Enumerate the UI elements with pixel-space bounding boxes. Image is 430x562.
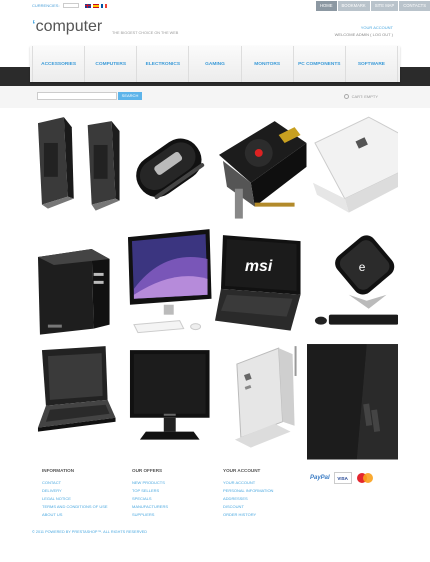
nav-pc-components[interactable]: PC COMPONENTS (294, 46, 346, 82)
product-all-in-one[interactable] (123, 228, 215, 345)
footer-col-title: YOUR ACCOUNT (223, 468, 261, 473)
speakers-image (32, 113, 124, 229)
tablet-laptop-image (32, 344, 124, 460)
product-nettop[interactable]: e (306, 228, 398, 345)
product-graphics-card[interactable] (215, 113, 307, 229)
account-box: YOUR ACCOUNT WELCOME ADMIN ( LOG OUT ) (335, 24, 393, 38)
mouse-image (123, 113, 215, 229)
footer-link[interactable]: SUPPLIERS (132, 511, 168, 519)
nettop-logo-icon: e (358, 260, 365, 274)
footer-link[interactable]: TOP SELLERS (132, 487, 168, 495)
footer-col-information: INFORMATION CONTACT DELIVERY LEGAL NOTIC… (42, 468, 108, 519)
footer-col-offers: OUR OFFERS NEW PRODUCTS TOP SELLERS SPEC… (132, 468, 168, 519)
msi-logo-text: msi (245, 258, 273, 275)
footer-link[interactable]: LEGAL NOTICE (42, 495, 108, 503)
footer-col-account: YOUR ACCOUNT YOUR ACCOUNT PERSONAL INFOR… (223, 468, 273, 519)
welcome-text[interactable]: WELCOME ADMIN ( LOG OUT ) (335, 31, 393, 38)
cart-block[interactable]: CART: EMPTY (343, 94, 378, 99)
nav-monitors[interactable]: MONITORS (242, 46, 294, 82)
tagline: THE BIGGEST CHOICE ON THE WEB (112, 31, 179, 35)
product-speakers[interactable] (32, 113, 124, 229)
product-laptop-white[interactable] (306, 113, 398, 229)
msi-laptop-image: msi (215, 228, 307, 345)
search-button[interactable]: SEARCH (118, 92, 142, 100)
nettop-image: e (306, 228, 398, 345)
payment-icons: PayPal VISA (310, 472, 374, 484)
flag-es-icon[interactable] (92, 3, 99, 8)
search-input[interactable] (37, 92, 117, 100)
visa-icon: VISA (333, 472, 352, 484)
main-nav: ACCESSORIES COMPUTERS ELECTRONICS GAMING… (30, 46, 400, 82)
product-desktop-case[interactable] (32, 228, 124, 345)
toplink-bookmark[interactable]: BOOKMARK (337, 1, 370, 11)
footer-link[interactable]: TERMS AND CONDITIONS OF USE (42, 503, 108, 511)
laptop-white-image (306, 113, 398, 229)
header: ‘computer THE BIGGEST CHOICE ON THE WEB … (0, 12, 430, 46)
footer-link[interactable]: DISCOUNT (223, 503, 273, 511)
flag-fr-icon[interactable] (100, 3, 107, 8)
cart-text: CART: EMPTY (351, 94, 378, 99)
product-mini-pc[interactable] (215, 344, 307, 460)
all-in-one-image (123, 228, 215, 345)
product-tower-case[interactable] (306, 344, 398, 460)
footer-link[interactable]: PERSONAL INFORMATION (223, 487, 273, 495)
footer-link[interactable]: MANUFACTURERS (132, 503, 168, 511)
product-mouse[interactable] (123, 113, 215, 229)
footer-col-title: OUR OFFERS (132, 468, 163, 473)
footer-link[interactable]: ABOUT US (42, 511, 108, 519)
cart-icon (343, 94, 349, 99)
flag-uk-icon[interactable] (84, 3, 91, 8)
toplink-sitemap[interactable]: SITE MAP (370, 1, 399, 11)
top-bar: CURRENCIES: HOME BOOKMARK SITE MAP CONTA… (0, 0, 430, 12)
footer-link[interactable]: DELIVERY (42, 487, 108, 495)
top-links: HOME BOOKMARK SITE MAP CONTACTS (315, 1, 430, 11)
toplink-contacts[interactable]: CONTACTS (399, 1, 430, 11)
currency-selector: CURRENCIES: (32, 3, 107, 8)
copyright: © 2011 POWERED BY PRESTASHOP™. ALL RIGHT… (32, 530, 148, 534)
lcd-monitor-image (123, 344, 215, 460)
tower-case-image (306, 344, 398, 460)
product-tablet-laptop[interactable] (32, 344, 124, 460)
mini-pc-image (215, 344, 307, 460)
nav-computers[interactable]: COMPUTERS (85, 46, 138, 82)
product-grid: msi e (32, 113, 398, 460)
mastercard-icon (356, 472, 374, 484)
toplink-home[interactable]: HOME (315, 1, 337, 11)
footer-link[interactable]: ORDER HISTORY (223, 511, 273, 519)
footer-link[interactable]: ADDRESSES (223, 495, 273, 503)
footer-col-title: INFORMATION (42, 468, 75, 473)
desktop-case-image (32, 228, 124, 345)
footer-link[interactable]: YOUR ACCOUNT (223, 479, 273, 487)
footer-link[interactable]: SPECIALS (132, 495, 168, 503)
logo[interactable]: ‘computer (32, 18, 102, 36)
footer-link[interactable]: NEW PRODUCTS (132, 479, 168, 487)
nav-accessories[interactable]: ACCESSORIES (32, 46, 86, 82)
currency-label: CURRENCIES: (32, 3, 60, 8)
nav-software[interactable]: SOFTWARE (346, 46, 398, 82)
product-lcd-monitor[interactable] (123, 344, 215, 460)
your-account-link[interactable]: YOUR ACCOUNT (335, 24, 393, 31)
currency-dropdown[interactable] (62, 3, 79, 8)
graphics-card-image (215, 113, 307, 229)
nav-electronics[interactable]: ELECTRONICS (137, 46, 190, 82)
logo-text: computer (35, 18, 103, 35)
footer-link[interactable]: CONTACT (42, 479, 108, 487)
nav-gaming[interactable]: GAMING (189, 46, 242, 82)
search-row: SEARCH CART: EMPTY (0, 86, 430, 108)
language-flags (84, 3, 107, 8)
paypal-icon: PayPal (310, 475, 330, 481)
product-msi-laptop[interactable]: msi (215, 228, 307, 345)
